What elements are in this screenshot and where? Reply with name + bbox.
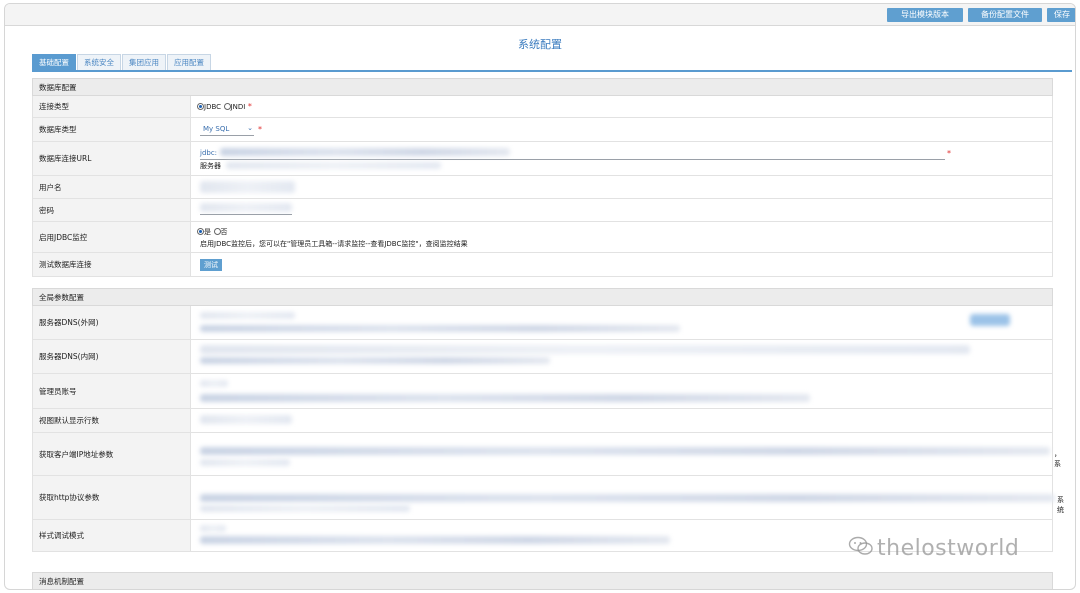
redacted-content	[200, 525, 226, 532]
db-section-header: 数据库配置	[32, 78, 1053, 96]
watermark: thelostworld	[848, 536, 1019, 562]
username-label: 用户名	[33, 176, 191, 198]
db-url-redacted	[220, 148, 510, 156]
conn-type-label: 连接类型	[33, 96, 191, 117]
radio-jndi[interactable]	[223, 103, 231, 110]
redacted-content	[200, 459, 290, 466]
top-toolbar: 导出模块版本 备份配置文件 保存	[5, 4, 1075, 26]
page-title: 系统配置	[518, 38, 562, 51]
app-window: 导出模块版本 备份配置文件 保存 系统配置 基础配置 系统安全 集团应用 应用配…	[4, 3, 1076, 590]
tab-app-config[interactable]: 应用配置	[167, 54, 211, 70]
client-ip-tail-text: ，系	[1054, 450, 1061, 468]
redacted-content	[200, 325, 680, 332]
export-module-button[interactable]: 导出模块版本	[887, 8, 963, 22]
redacted-button[interactable]	[970, 314, 1010, 326]
db-url-prefix: jdbc:	[200, 149, 218, 157]
password-input[interactable]	[200, 203, 292, 212]
http-protocol-label: 获取http协议参数	[33, 476, 191, 519]
password-underline	[200, 214, 292, 215]
tab-basic[interactable]: 基础配置	[32, 54, 76, 70]
dns-internal-label: 服务器DNS(内网)	[33, 340, 191, 373]
redacted-content	[200, 505, 410, 512]
db-url-hint: 服务器	[200, 162, 221, 170]
row-jdbc-monitor: 启用JDBC监控 是 否 启用JDBC监控后，您可以在"管理员工具箱--请求监控…	[32, 222, 1053, 253]
admin-account-label: 管理员账号	[33, 374, 191, 408]
backup-config-button[interactable]: 备份配置文件	[968, 8, 1042, 22]
global-section-header: 全局参数配置	[32, 288, 1053, 306]
http-protocol-tail-text: 系统	[1057, 496, 1064, 514]
row-dns-external: 服务器DNS(外网)	[32, 306, 1053, 340]
redacted-content	[200, 357, 550, 364]
row-password: 密码	[32, 199, 1053, 222]
row-username: 用户名	[32, 176, 1053, 199]
db-url-hint-redacted	[226, 162, 441, 169]
radio-no-label: 否	[220, 228, 228, 236]
jdbc-monitor-label: 启用JDBC监控	[33, 222, 191, 252]
msg-section-header: 消息机制配置	[32, 572, 1053, 589]
tab-underline	[32, 70, 1072, 72]
redacted-content	[200, 494, 1055, 502]
db-url-label: 数据库连接URL	[33, 142, 191, 175]
tab-bar: 基础配置 系统安全 集团应用 应用配置	[32, 54, 212, 70]
radio-jdbc-label: JDBC	[204, 103, 222, 111]
db-url-input[interactable]	[200, 159, 945, 160]
jdbc-monitor-hint: 启用JDBC监控后，您可以在"管理员工具箱--请求监控--查看JDBC监控"，查…	[200, 240, 468, 248]
redacted-content	[200, 536, 670, 544]
row-http-protocol-param: 获取http协议参数 系统	[32, 476, 1064, 520]
tab-group-apps[interactable]: 集团应用	[122, 54, 166, 70]
test-connection-button[interactable]: 测试	[200, 259, 222, 271]
row-test-connection: 测试数据库连接 测试	[32, 253, 1053, 277]
row-conn-type: 连接类型 JDBC JNDI *	[32, 96, 1053, 118]
radio-jdbc-monitor-yes[interactable]	[197, 228, 204, 235]
client-ip-param-label: 获取客户端IP地址参数	[33, 433, 191, 475]
redacted-content	[200, 312, 295, 319]
radio-jndi-label: JNDI	[230, 103, 246, 111]
radio-jdbc[interactable]	[197, 103, 204, 110]
radio-yes-label: 是	[204, 228, 211, 236]
test-connection-label: 测试数据库连接	[33, 253, 191, 276]
db-type-label: 数据库类型	[33, 118, 191, 141]
chevron-down-icon: ⌄	[247, 124, 253, 132]
redacted-content	[200, 345, 970, 354]
row-dns-internal: 服务器DNS(内网)	[32, 340, 1053, 374]
wechat-icon	[848, 536, 874, 562]
db-type-value: My SQL	[203, 125, 230, 133]
required-mark: *	[247, 102, 252, 111]
redacted-content	[200, 380, 228, 387]
redacted-content[interactable]	[200, 415, 292, 424]
required-mark: *	[947, 149, 951, 158]
redacted-content	[200, 394, 810, 402]
required-mark: *	[258, 125, 262, 134]
row-db-type: 数据库类型 My SQL ⌄ *	[32, 118, 1053, 142]
redacted-content	[200, 447, 1050, 455]
row-db-url: 数据库连接URL jdbc: * 服务器	[32, 142, 1053, 176]
watermark-text: thelostworld	[877, 536, 1020, 561]
row-default-rows: 视图默认显示行数	[32, 409, 1053, 433]
save-button[interactable]: 保存	[1047, 8, 1075, 22]
dns-external-label: 服务器DNS(外网)	[33, 306, 191, 339]
row-client-ip-param: 获取客户端IP地址参数 ，系	[32, 433, 1061, 476]
style-debug-label: 样式调试模式	[33, 520, 191, 551]
default-rows-label: 视图默认显示行数	[33, 409, 191, 432]
db-type-select[interactable]: My SQL ⌄	[200, 124, 254, 136]
username-input[interactable]	[200, 181, 295, 193]
row-admin-account: 管理员账号	[32, 374, 1053, 409]
radio-jdbc-monitor-no[interactable]	[213, 228, 221, 235]
tab-security[interactable]: 系统安全	[77, 54, 121, 70]
password-label: 密码	[33, 199, 191, 221]
